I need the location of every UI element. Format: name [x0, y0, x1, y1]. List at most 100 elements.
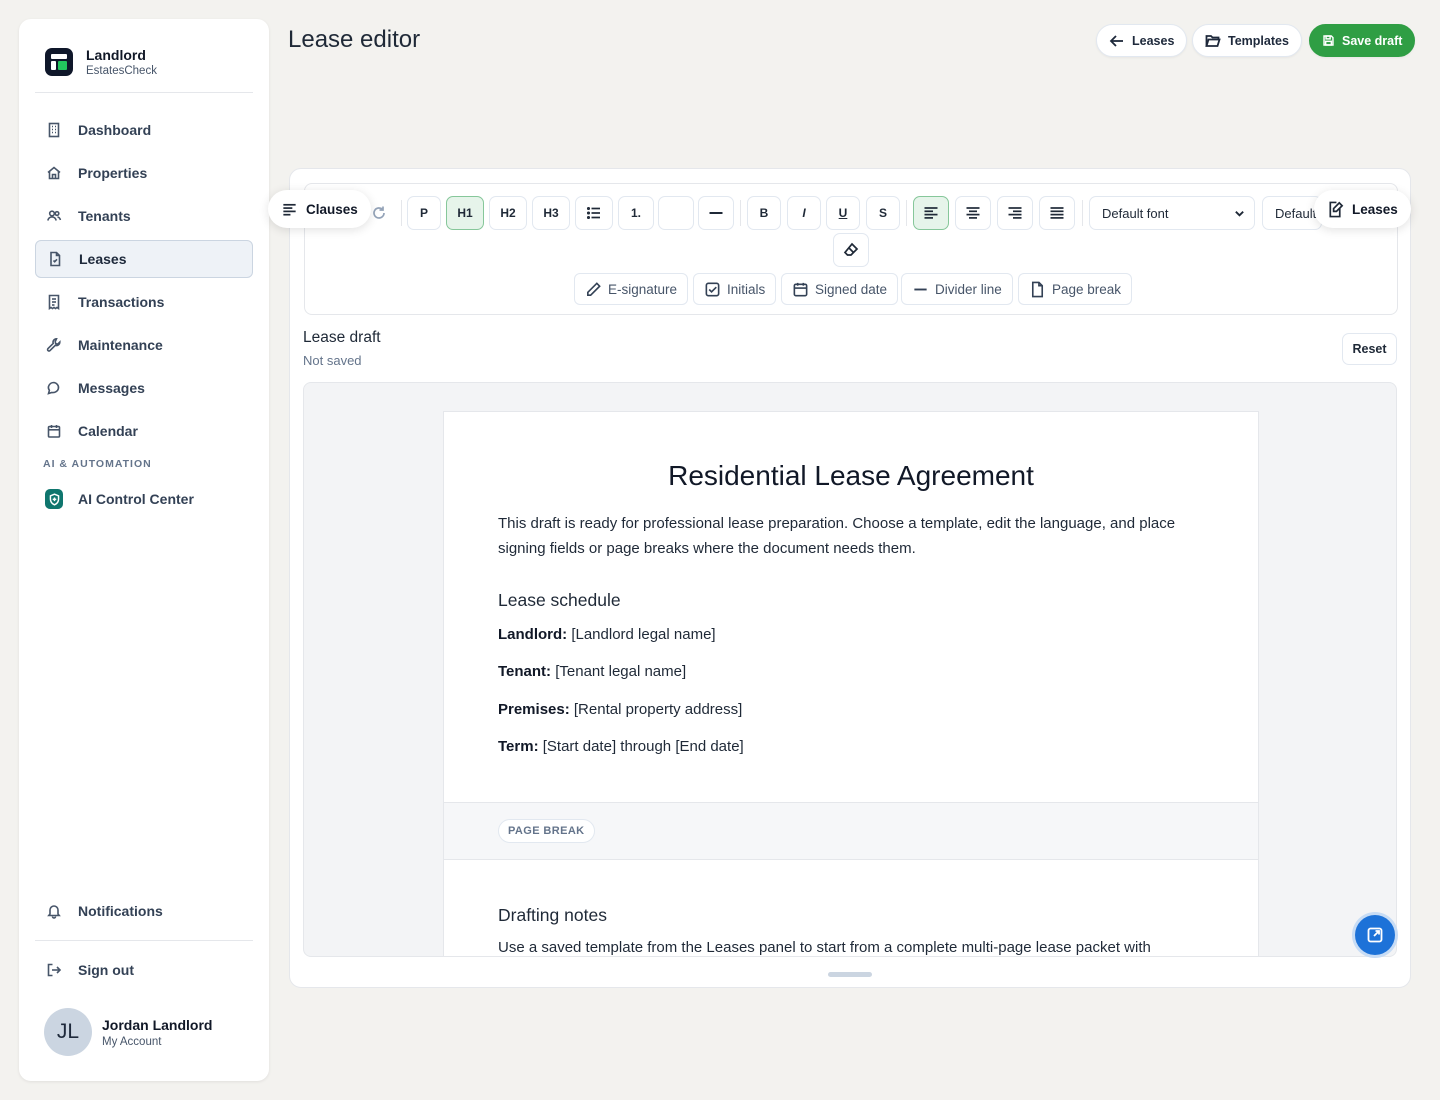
message-icon	[45, 379, 63, 397]
sidebar-item-label: Transactions	[78, 294, 165, 310]
chip-label: Signed date	[815, 281, 888, 297]
sidebar-item-label: Leases	[79, 251, 127, 267]
sidebar-item-calendar[interactable]: Calendar	[35, 412, 253, 450]
user-account[interactable]: JL Jordan Landlord My Account	[44, 1008, 212, 1056]
horizontal-rule-icon	[709, 212, 723, 214]
premises-value: [Rental property address]	[573, 701, 743, 718]
sidebar-item-label: Dashboard	[78, 122, 152, 138]
sidebar-item-label: Maintenance	[78, 337, 163, 353]
font-size-select[interactable]: Default	[1262, 196, 1322, 230]
reset-button[interactable]: Reset	[1342, 333, 1397, 365]
chip-label: Page break	[1052, 281, 1122, 297]
blockquote-button[interactable]	[658, 196, 694, 230]
tenant-line: Tenant: [Tenant legal name]	[498, 663, 686, 680]
align-center-button[interactable]	[955, 196, 991, 230]
chip-label: E-signature	[608, 281, 678, 297]
bold-button[interactable]: B	[747, 196, 781, 230]
main-nav: Dashboard Properties Tenants Leases Tran…	[35, 111, 253, 523]
save-draft-button[interactable]: Save draft	[1309, 24, 1416, 57]
leases-panel-button[interactable]: Leases	[1314, 190, 1411, 228]
wrench-icon	[45, 336, 63, 354]
sidebar-item-messages[interactable]: Messages	[35, 369, 253, 407]
bell-icon	[45, 902, 63, 920]
sign-out-button[interactable]: Sign out	[35, 951, 253, 989]
users-icon	[45, 207, 63, 225]
align-right-button[interactable]	[997, 196, 1033, 230]
sidebar-item-tenants[interactable]: Tenants	[35, 197, 253, 235]
file-edit-icon	[1329, 201, 1344, 217]
clear-format-button[interactable]	[833, 233, 869, 267]
ordered-list-button[interactable]: 1.	[618, 196, 654, 230]
sidebar-item-ai-control-center[interactable]: AI Control Center	[35, 480, 253, 518]
insert-signed-date-button[interactable]: Signed date	[781, 273, 899, 305]
sidebar-item-properties[interactable]: Properties	[35, 154, 253, 192]
bullet-list-button[interactable]	[575, 196, 613, 230]
paragraph-button[interactable]: P	[407, 196, 441, 230]
clauses-label: Clauses	[306, 201, 358, 217]
insert-page-break-button[interactable]: Page break	[1018, 273, 1133, 305]
receipt-icon	[45, 293, 63, 311]
save-draft-label: Save draft	[1342, 33, 1403, 48]
checkbox-icon	[705, 282, 720, 296]
font-family-value: Default font	[1102, 205, 1169, 221]
sidebar-divider	[35, 92, 253, 93]
brand-title: Landlord	[86, 47, 146, 63]
underline-button[interactable]: U	[826, 196, 860, 230]
align-justify-button[interactable]	[1039, 196, 1075, 230]
heading2-button[interactable]: H2	[489, 196, 527, 230]
brand-logo-icon	[45, 48, 73, 76]
font-size-value: Default	[1275, 205, 1317, 221]
sidebar-item-label: Notifications	[78, 903, 163, 919]
horizontal-rule-button[interactable]	[698, 196, 734, 230]
landlord-label: Landlord:	[498, 626, 568, 643]
sidebar-item-maintenance[interactable]: Maintenance	[35, 326, 253, 364]
calendar-icon	[45, 422, 63, 440]
sidebar-item-transactions[interactable]: Transactions	[35, 283, 253, 321]
sidebar-item-label: Calendar	[78, 423, 138, 439]
clauses-panel-button[interactable]: Clauses	[268, 190, 371, 228]
sign-out-label: Sign out	[78, 962, 134, 978]
sidebar-item-dashboard[interactable]: Dashboard	[35, 111, 253, 149]
section-label-ai: AI & AUTOMATION	[43, 458, 152, 470]
heading1-button[interactable]: H1	[446, 196, 484, 230]
sidebar-item-label: Properties	[78, 165, 148, 181]
sidebar-divider	[35, 940, 253, 941]
sidebar-item-label: AI Control Center	[78, 491, 194, 507]
insert-initials-button[interactable]: Initials	[693, 273, 777, 305]
align-left-button[interactable]	[913, 196, 949, 230]
redo-icon	[373, 206, 385, 219]
heading3-button[interactable]: H3	[532, 196, 570, 230]
page-icon	[1031, 281, 1044, 297]
toolbar-separator	[1082, 200, 1083, 226]
font-family-select[interactable]: Default font	[1089, 196, 1255, 230]
page-break[interactable]: PAGE BREAK	[444, 802, 1258, 860]
expand-editor-button[interactable]	[1355, 915, 1395, 955]
sidebar: Landlord EstatesCheck Dashboard Properti…	[19, 19, 269, 1081]
draft-status: Not saved	[303, 353, 362, 368]
home-icon	[45, 164, 63, 182]
avatar: JL	[44, 1008, 92, 1056]
document-page[interactable]: Residential Lease Agreement This draft i…	[443, 411, 1259, 956]
premises-label: Premises:	[498, 701, 570, 718]
landlord-value: [Landlord legal name]	[571, 626, 716, 643]
ai-shield-icon	[45, 489, 63, 509]
strikethrough-button[interactable]: S	[866, 196, 900, 230]
bullet-list-icon	[586, 206, 600, 220]
sidebar-item-leases[interactable]: Leases	[35, 240, 253, 278]
insert-divider-line-button[interactable]: Divider line	[901, 273, 1013, 305]
italic-button[interactable]: I	[787, 196, 821, 230]
templates-button[interactable]: Templates	[1192, 24, 1302, 57]
align-right-icon	[1008, 207, 1022, 219]
brand[interactable]: Landlord EstatesCheck	[45, 47, 157, 77]
brand-subtitle: EstatesCheck	[86, 65, 157, 77]
user-account-link: My Account	[102, 1035, 162, 1048]
back-to-leases-button[interactable]: Leases	[1096, 24, 1188, 57]
sidebar-item-notifications[interactable]: Notifications	[35, 892, 253, 930]
document-canvas[interactable]: Residential Lease Agreement This draft i…	[303, 382, 1397, 957]
sign-out-icon	[45, 961, 63, 979]
insert-e-signature-button[interactable]: E-signature	[574, 273, 689, 305]
editor-toolbar: P H1 H2 H3 1. B I U S Default font Defau…	[304, 183, 1398, 315]
templates-label: Templates	[1228, 33, 1289, 48]
resize-handle[interactable]	[828, 972, 872, 977]
align-justify-icon	[1050, 207, 1064, 219]
